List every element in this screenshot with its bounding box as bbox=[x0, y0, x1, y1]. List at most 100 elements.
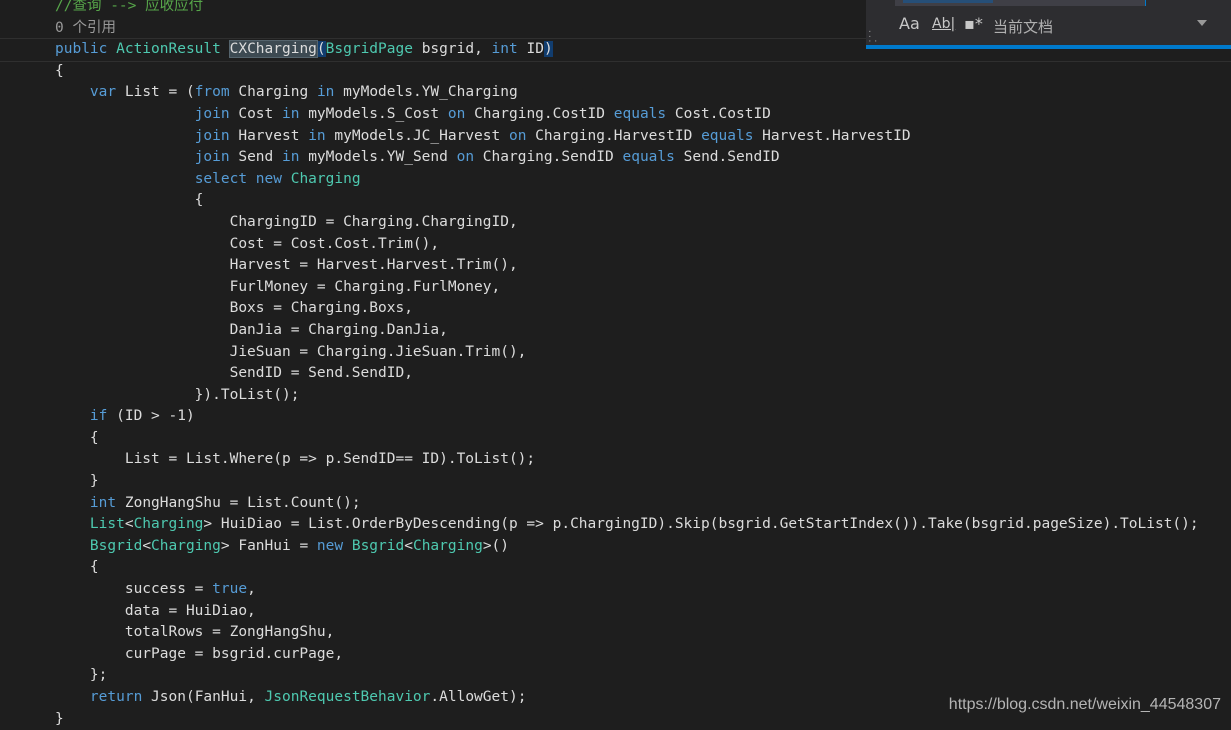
code-text: bsgrid, bbox=[412, 41, 492, 58]
codelens-references[interactable]: 0 个引用 bbox=[55, 20, 116, 36]
find-input-selection bbox=[903, 0, 993, 3]
keyword: true bbox=[212, 581, 248, 598]
code-line[interactable]: select new Charging bbox=[55, 169, 1231, 191]
code-line[interactable]: }).ToList(); bbox=[55, 385, 1231, 407]
keyword: var bbox=[89, 84, 117, 101]
code-text: Charging.HarvestID bbox=[526, 127, 702, 144]
keyword: public bbox=[55, 41, 117, 58]
regex-icon[interactable]: ▪* bbox=[964, 14, 983, 33]
keyword: in bbox=[282, 149, 300, 166]
keyword: in bbox=[308, 127, 326, 144]
code-text: < bbox=[404, 537, 413, 554]
code-line[interactable]: JieSuan = Charging.JieSuan.Trim(), bbox=[55, 342, 1231, 364]
type-name: BsgridPage bbox=[325, 41, 413, 58]
keyword: join bbox=[194, 149, 230, 166]
code-line[interactable]: List<Charging> HuiDiao = List.OrderByDes… bbox=[55, 514, 1231, 536]
keyword: new bbox=[316, 537, 352, 554]
find-widget: Aa Ab| ▪* 当前文档 ⠁ ⠅⠄ bbox=[866, 0, 1231, 49]
code-text: myModels.YW_Send bbox=[299, 149, 457, 166]
keyword: int bbox=[491, 41, 518, 58]
code-text: Charging.CostID bbox=[465, 105, 614, 122]
keyword: equals bbox=[613, 105, 667, 122]
code-line[interactable]: join Cost in myModels.S_Cost on Charging… bbox=[55, 104, 1231, 126]
code-line[interactable]: } bbox=[55, 471, 1231, 493]
chevron-down-icon[interactable] bbox=[1197, 20, 1207, 26]
code-text: }; bbox=[55, 667, 108, 684]
resize-grip-icon[interactable]: ⠁ ⠅⠄ bbox=[868, 31, 880, 44]
keyword: equals bbox=[622, 149, 675, 166]
code-text: } bbox=[55, 473, 99, 490]
keyword: from bbox=[194, 84, 230, 101]
code-line[interactable]: { bbox=[55, 61, 1231, 83]
code-line[interactable]: ChargingID = Charging.ChargingID, bbox=[55, 212, 1231, 234]
match-case-icon[interactable]: Aa bbox=[899, 14, 920, 33]
code-line[interactable]: join Send in myModels.YW_Send on Chargin… bbox=[55, 147, 1231, 169]
code-line[interactable]: { bbox=[55, 428, 1231, 450]
code-line[interactable]: int ZongHangShu = List.Count(); bbox=[55, 493, 1231, 515]
whole-word-icon[interactable]: Ab| bbox=[932, 16, 955, 32]
code-line[interactable]: join Harvest in myModels.JC_Harvest on C… bbox=[55, 126, 1231, 148]
code-line[interactable]: if (ID > -1) bbox=[55, 406, 1231, 428]
code-text: Cost bbox=[229, 105, 282, 122]
code-text: , bbox=[247, 581, 256, 598]
find-input[interactable] bbox=[895, 0, 1146, 6]
code-text: ZongHangShu = List.Count(); bbox=[116, 494, 361, 511]
code-text: { bbox=[55, 559, 99, 576]
code-line[interactable]: totalRows = ZongHangShu, bbox=[55, 622, 1231, 644]
matched-brace: ) bbox=[543, 41, 553, 58]
code-text: data = HuiDiao, bbox=[55, 602, 256, 619]
type-name: JsonRequestBehavior bbox=[264, 689, 431, 705]
code-line[interactable]: List = List.Where(p => p.SendID== ID).To… bbox=[55, 449, 1231, 471]
code-line[interactable]: data = HuiDiao, bbox=[55, 601, 1231, 623]
code-text: List = List.Where(p => p.SendID== ID).To… bbox=[55, 451, 536, 468]
keyword: select new bbox=[194, 170, 291, 187]
code-text: Charging.SendID bbox=[474, 149, 623, 166]
code-line[interactable]: { bbox=[55, 190, 1231, 212]
code-line[interactable]: Boxs = Charging.Boxs, bbox=[55, 298, 1231, 320]
code-text: List = ( bbox=[116, 84, 195, 101]
keyword: join bbox=[194, 105, 230, 122]
type-name: Charging bbox=[133, 516, 204, 533]
type-name: Charging bbox=[290, 170, 361, 187]
type-name: Bsgrid bbox=[351, 537, 405, 554]
type-name: ActionResult bbox=[116, 41, 230, 58]
code-text: myModels.YW_Charging bbox=[334, 84, 518, 101]
code-text: myModels.JC_Harvest bbox=[325, 127, 509, 144]
type-name: List bbox=[89, 516, 125, 533]
code-line[interactable]: Bsgrid<Charging> FanHui = new Bsgrid<Cha… bbox=[55, 536, 1231, 558]
code-text: < bbox=[124, 516, 134, 533]
code-text: Send bbox=[229, 149, 282, 166]
type-name: Charging bbox=[151, 537, 221, 554]
code-text: Cost.CostID bbox=[666, 105, 771, 122]
code-text: Cost = Cost.Cost.Trim(), bbox=[55, 235, 440, 252]
code-line[interactable]: DanJia = Charging.DanJia, bbox=[55, 320, 1231, 342]
keyword: on bbox=[508, 127, 527, 144]
code-line[interactable]: }; bbox=[55, 665, 1231, 687]
code-text: >() bbox=[482, 537, 510, 554]
code-text: { bbox=[55, 192, 204, 209]
code-line[interactable]: FurlMoney = Charging.FurlMoney, bbox=[55, 277, 1231, 299]
type-name: Bsgrid bbox=[89, 537, 143, 554]
code-text: myModels.S_Cost bbox=[299, 105, 448, 122]
code-text: Harvest bbox=[229, 127, 309, 144]
code-line[interactable]: Cost = Cost.Cost.Trim(), bbox=[55, 234, 1231, 256]
code-line[interactable]: Harvest = Harvest.Harvest.Trim(), bbox=[55, 255, 1231, 277]
code-text: { bbox=[55, 62, 64, 79]
code-line[interactable]: SendID = Send.SendID, bbox=[55, 363, 1231, 385]
code-line[interactable]: success = true, bbox=[55, 579, 1231, 601]
code-text: < bbox=[142, 537, 152, 554]
comment: //查询 --> 应收应付 bbox=[55, 0, 204, 14]
code-line[interactable]: { bbox=[55, 557, 1231, 579]
code-text: > FanHui = bbox=[220, 537, 317, 554]
code-line[interactable]: var List = (from Charging in myModels.YW… bbox=[55, 82, 1231, 104]
search-scope-select[interactable]: 当前文档 bbox=[993, 16, 1053, 37]
code-line[interactable]: curPage = bsgrid.curPage, bbox=[55, 644, 1231, 666]
code-editor[interactable]: //查询 --> 应收应付 0 个引用 public ActionResult CX… bbox=[0, 0, 1231, 730]
type-name: Charging bbox=[412, 537, 483, 554]
